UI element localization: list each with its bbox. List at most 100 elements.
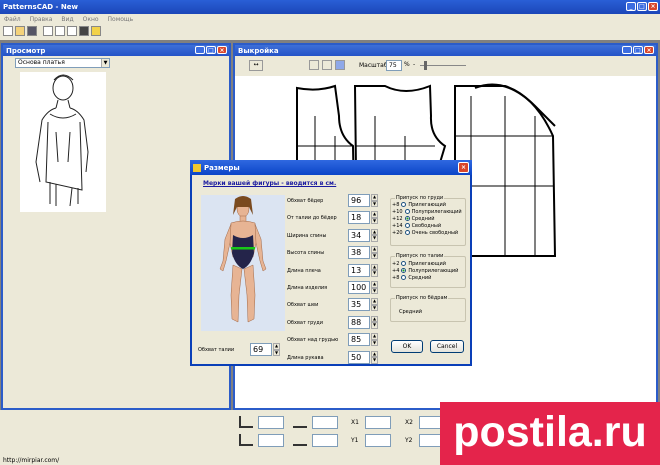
measure-spinner[interactable]: ▲ ▼: [371, 315, 378, 329]
pattern-maximize-button[interactable]: □: [633, 46, 643, 54]
hips-allowance-group: Припуск по бёдрам Средний: [390, 295, 466, 322]
maximize-button[interactable]: □: [637, 2, 647, 11]
print-icon[interactable]: [43, 26, 53, 36]
radio-icon[interactable]: [404, 209, 410, 214]
save-icon[interactable]: [27, 26, 37, 36]
option-label: Средний: [408, 275, 432, 281]
spin-down-icon[interactable]: ▼: [371, 339, 378, 347]
menu-file[interactable]: Файл: [4, 16, 21, 23]
allowance-option[interactable]: +14 Свободный: [392, 223, 465, 230]
option-amount: +12: [392, 216, 403, 222]
spin-down-icon[interactable]: ▼: [371, 217, 378, 225]
allowance-option[interactable]: +8 Средний: [392, 275, 465, 282]
copy-icon[interactable]: [67, 26, 77, 36]
measure-input[interactable]: 13: [348, 263, 370, 277]
measure-label: Обхват шеи: [287, 302, 319, 309]
preview-close-button[interactable]: ×: [217, 46, 227, 54]
pattern-close-button[interactable]: ×: [644, 46, 654, 54]
open-icon[interactable]: [15, 26, 25, 36]
measure-spinner[interactable]: ▲ ▼: [371, 298, 378, 312]
ruler-icon[interactable]: [293, 434, 307, 446]
measure-spinner[interactable]: ▲ ▼: [371, 194, 378, 207]
angle-icon[interactable]: [239, 416, 253, 428]
chevron-down-icon[interactable]: ▼: [101, 59, 109, 67]
cancel-button[interactable]: Cancel: [430, 340, 464, 353]
allowance-option[interactable]: +4 Полуприлегающий: [392, 268, 465, 275]
measure-input[interactable]: 35: [348, 298, 370, 312]
spin-down-icon[interactable]: ▼: [371, 304, 378, 312]
pointer-icon[interactable]: [322, 60, 332, 70]
menu-window[interactable]: Окно: [83, 16, 99, 23]
radio-icon[interactable]: [401, 268, 407, 273]
menu-edit[interactable]: Правка: [30, 16, 53, 23]
angle2-input[interactable]: [258, 434, 284, 447]
measure-input[interactable]: 85: [348, 333, 370, 347]
dialog-close-button[interactable]: ×: [458, 162, 469, 173]
option-amount: +8: [392, 202, 400, 208]
y1-input[interactable]: [365, 434, 391, 447]
pattern-minimize-button[interactable]: _: [622, 46, 632, 54]
angle-input[interactable]: [258, 416, 284, 429]
measure-spinner[interactable]: ▲ ▼: [371, 333, 378, 347]
scale-input[interactable]: 75: [386, 60, 402, 71]
preview-minimize-button[interactable]: _: [195, 46, 205, 54]
zoom-slider-thumb[interactable]: [424, 61, 427, 70]
radio-icon[interactable]: [404, 223, 410, 228]
radio-icon[interactable]: [404, 230, 410, 235]
radio-icon[interactable]: [401, 202, 407, 207]
allowance-option[interactable]: +10 Полуприлегающий: [392, 209, 465, 216]
angle2-icon[interactable]: [239, 434, 253, 446]
radio-icon[interactable]: [404, 216, 410, 221]
waist-options: +2 Прилегающий +4 Полуприлегающий +8 Средний: [391, 257, 465, 282]
length-input[interactable]: [312, 416, 338, 429]
spin-down-icon[interactable]: ▼: [371, 235, 378, 242]
measure-icon[interactable]: [91, 26, 101, 36]
hand-icon[interactable]: [309, 60, 319, 70]
menu-view[interactable]: Вид: [61, 16, 73, 23]
measure-spinner[interactable]: ▲ ▼: [371, 350, 378, 364]
x1-input[interactable]: [365, 416, 391, 429]
spin-down-icon[interactable]: ▼: [371, 200, 378, 207]
waist-spinner[interactable]: ▲ ▼: [273, 343, 280, 356]
minimize-button[interactable]: _: [626, 2, 636, 11]
allowance-option[interactable]: +12 Средний: [392, 216, 465, 223]
spin-down-icon[interactable]: ▼: [371, 322, 378, 329]
measure-input[interactable]: 96: [348, 194, 370, 207]
new-icon[interactable]: [3, 26, 13, 36]
spin-down-icon[interactable]: ▼: [371, 287, 378, 294]
length2-input[interactable]: [312, 434, 338, 447]
hips-group-title: Припуск по бёдрам: [395, 295, 449, 301]
menu-help[interactable]: Помощь: [108, 16, 134, 23]
spin-down-icon[interactable]: ▼: [371, 252, 378, 260]
close-button[interactable]: ×: [648, 2, 658, 11]
allowance-option[interactable]: +2 Прилегающий: [392, 261, 465, 268]
measure-input[interactable]: 38: [348, 246, 370, 260]
measure-spinner[interactable]: ▲ ▼: [371, 263, 378, 277]
measure-input[interactable]: 34: [348, 228, 370, 242]
option-label: Полуприлегающий: [408, 268, 459, 274]
spin-down-icon[interactable]: ▼: [371, 357, 378, 364]
measure-spinner[interactable]: ▲ ▼: [371, 228, 378, 242]
garment-select[interactable]: Основа платья ▼: [15, 58, 110, 68]
measure-input[interactable]: 18: [348, 211, 370, 225]
measure-spinner[interactable]: ▲ ▼: [371, 211, 378, 225]
preview-maximize-button[interactable]: □: [206, 46, 216, 54]
allowance-option[interactable]: +8 Прилегающий: [392, 202, 465, 209]
radio-icon[interactable]: [401, 261, 407, 266]
fit-icon[interactable]: ↔: [249, 60, 263, 71]
measure-input[interactable]: 50: [348, 350, 370, 364]
ok-button[interactable]: OK: [391, 340, 423, 353]
y2-label: Y2: [405, 437, 413, 444]
pencil-icon[interactable]: [293, 416, 307, 428]
spin-down-icon[interactable]: ▼: [371, 270, 378, 277]
measure-input[interactable]: 88: [348, 315, 370, 329]
measure-input[interactable]: 100: [348, 281, 370, 294]
zoom-icon[interactable]: [335, 60, 345, 70]
print-setup-icon[interactable]: [79, 26, 89, 36]
allowance-option[interactable]: +20 Очень свободный: [392, 230, 465, 237]
measure-spinner[interactable]: ▲ ▼: [371, 246, 378, 260]
waist-input[interactable]: 69: [250, 343, 272, 356]
radio-icon[interactable]: [401, 275, 407, 280]
preview-icon[interactable]: [55, 26, 65, 36]
measure-spinner[interactable]: ▲ ▼: [371, 281, 378, 294]
